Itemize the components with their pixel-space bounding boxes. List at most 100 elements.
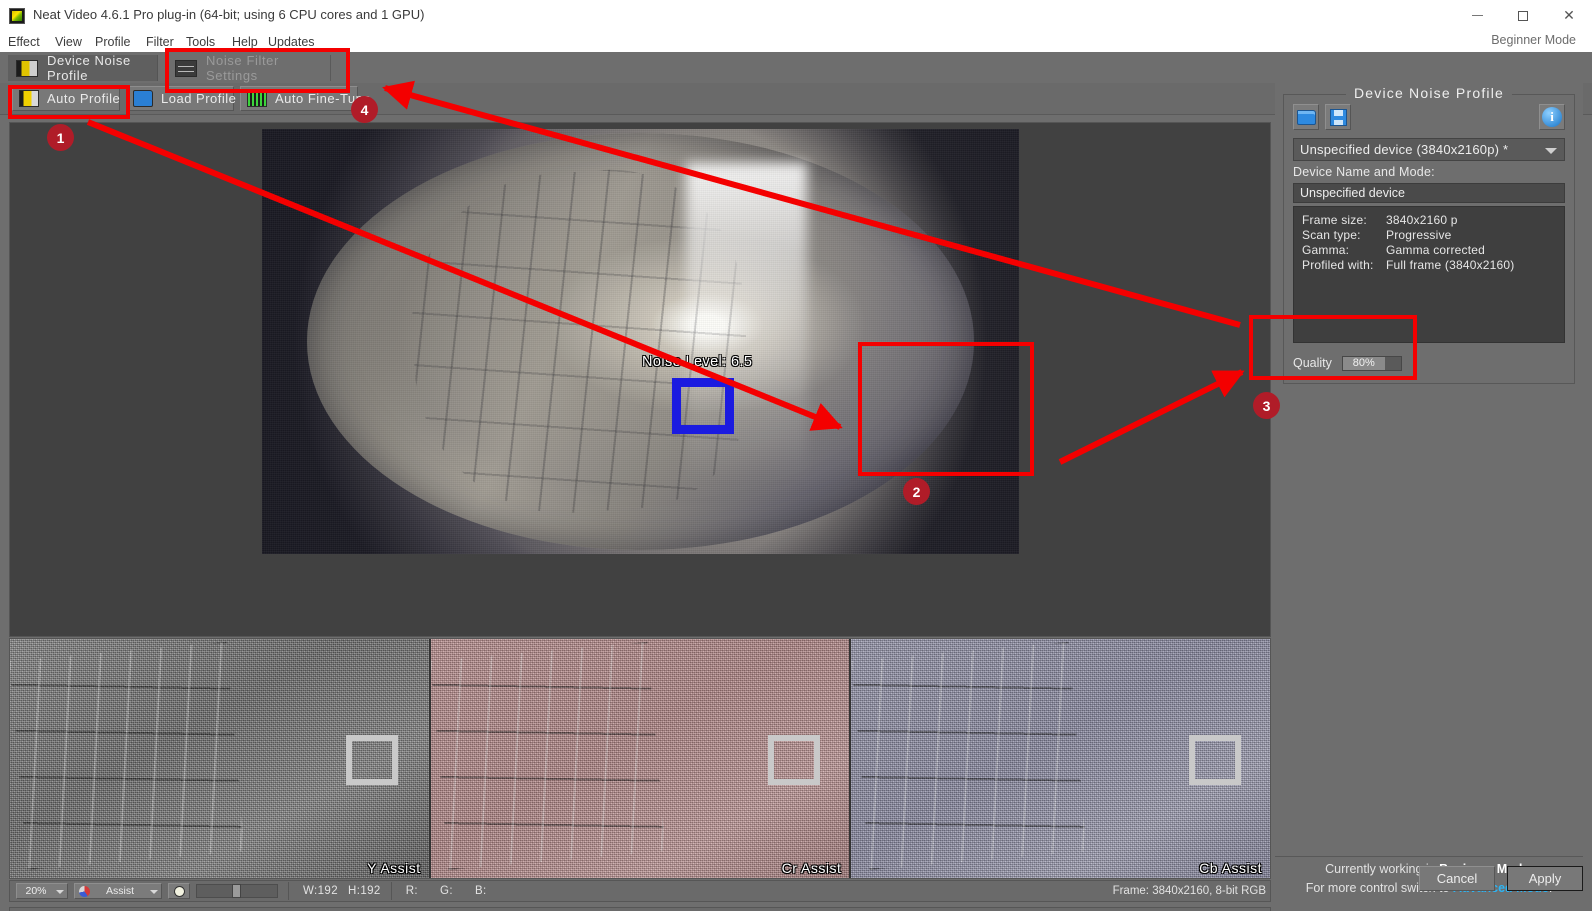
neatvideo-icon xyxy=(9,8,25,24)
frame-info: Frame: 3840x2160, 8-bit RGB xyxy=(1112,885,1266,897)
noise-sample-selection[interactable] xyxy=(672,378,734,434)
auto-fine-tune-button[interactable]: Auto Fine-Tune xyxy=(240,86,371,111)
device-profile-dropdown[interactable]: Unspecified device (3840x2160p) * xyxy=(1293,138,1565,161)
assist-mode-value: Assist xyxy=(105,885,134,897)
assist-cr-selection xyxy=(767,735,820,785)
property-key: Frame size: xyxy=(1302,213,1367,227)
load-profile-label: Load Profile xyxy=(161,91,237,106)
footer-divider xyxy=(1275,856,1583,857)
preview-noise-grain xyxy=(262,129,1019,554)
assist-y-selection xyxy=(346,735,398,785)
frame-filmstrip[interactable] xyxy=(9,907,1271,911)
menu-item-updates[interactable]: Updates xyxy=(268,35,315,49)
property-key: Profiled with: xyxy=(1302,258,1374,272)
selection-height: H:192 xyxy=(348,885,381,897)
auto-profile-label: Auto Profile xyxy=(47,91,121,106)
folder-open-icon xyxy=(1296,109,1316,125)
menu-item-profile[interactable]: Profile xyxy=(95,35,130,49)
property-value: Full frame (3840x2160) xyxy=(1386,258,1515,272)
device-name-field[interactable]: Unspecified device xyxy=(1293,183,1565,203)
neat-video-window: Neat Video 4.6.1 Pro plug-in (64-bit; us… xyxy=(0,0,1592,911)
brightness-slider-knob[interactable] xyxy=(232,884,242,898)
device-name-label: Device Name and Mode: xyxy=(1293,165,1435,179)
histogram-icon xyxy=(247,90,267,107)
assist-view-cr[interactable]: Cr Assist xyxy=(430,639,850,878)
load-profile-button[interactable]: Load Profile xyxy=(126,86,237,111)
profile-properties: Frame size: 3840x2160 p Scan type: Progr… xyxy=(1293,206,1565,343)
app-body: Device Noise Profile Noise Filter Settin… xyxy=(0,52,1592,911)
maximize-icon[interactable] xyxy=(1500,0,1546,31)
chevron-down-icon xyxy=(1545,148,1557,154)
color-wheel-icon xyxy=(79,886,90,897)
auto-profile-button[interactable]: Auto Profile xyxy=(12,86,120,111)
menu-item-effect[interactable]: Effect xyxy=(8,35,40,49)
quality-meter: 80% xyxy=(1341,355,1402,371)
brightness-icon[interactable] xyxy=(168,883,190,899)
menu-bar: Effect View Profile Filter Tools Help Up… xyxy=(0,31,1592,52)
apply-button[interactable]: Apply xyxy=(1507,866,1583,891)
menu-item-view[interactable]: View xyxy=(55,35,82,49)
tab-noise-filter-settings-label: Noise Filter Settings xyxy=(206,53,279,83)
assist-mode-dropdown[interactable]: Assist xyxy=(74,883,162,899)
menu-item-filter[interactable]: Filter xyxy=(146,35,174,49)
device-noise-profile-title: Device Noise Profile xyxy=(1345,85,1513,101)
assist-cb-selection xyxy=(1189,735,1242,785)
save-profile-button[interactable] xyxy=(1325,104,1351,130)
property-value: Progressive xyxy=(1386,228,1452,242)
sliders-icon xyxy=(175,59,197,77)
assist-view-y-label: Y Assist xyxy=(367,860,421,876)
status-divider-2 xyxy=(390,882,392,900)
assist-view-cr-label: Cr Assist xyxy=(781,860,842,876)
profile-info-button[interactable]: i xyxy=(1539,104,1565,130)
auto-fine-tune-label: Auto Fine-Tune xyxy=(275,91,372,106)
save-icon xyxy=(1329,108,1347,126)
film-profile-icon xyxy=(16,59,38,77)
assist-views: Y Assist Cr Assist Cb Assist xyxy=(9,638,1271,879)
property-key: Scan type: xyxy=(1302,228,1361,242)
device-name-value: Unspecified device xyxy=(1300,186,1405,200)
pixel-b-value: B: xyxy=(474,885,487,897)
preview-image[interactable] xyxy=(262,129,1019,554)
cancel-button[interactable]: Cancel xyxy=(1419,866,1495,891)
property-value: Gamma corrected xyxy=(1386,243,1486,257)
assist-view-cb-label: Cb Assist xyxy=(1199,860,1263,876)
noise-level-label: Noise Level: 6.5 xyxy=(642,354,753,370)
info-icon: i xyxy=(1542,107,1562,127)
close-icon[interactable]: ✕ xyxy=(1546,0,1592,31)
preview-canvas[interactable]: Noise Level: 6.5 xyxy=(9,122,1271,637)
property-key: Gamma: xyxy=(1302,243,1350,257)
tab-noise-filter-settings[interactable]: Noise Filter Settings xyxy=(167,53,331,83)
tab-device-noise-profile[interactable]: Device Noise Profile xyxy=(8,53,158,83)
brightness-slider[interactable] xyxy=(196,884,278,898)
pixel-g-value: G: xyxy=(440,885,453,897)
tab-device-noise-profile-label: Device Noise Profile xyxy=(47,53,131,83)
right-panel: Device Noise Profile i Unspecified devic… xyxy=(1275,80,1583,895)
folder-icon xyxy=(133,90,153,107)
table-row: Frame size: 3840x2160 p xyxy=(1302,213,1556,228)
device-profile-value: Unspecified device (3840x2160p) * xyxy=(1300,142,1509,157)
pixel-r-value: R: xyxy=(405,885,419,897)
assist-view-cb[interactable]: Cb Assist xyxy=(851,639,1270,878)
tab-bar: Device Noise Profile Noise Filter Settin… xyxy=(0,52,1592,83)
dialog-buttons: Cancel Apply xyxy=(1419,866,1583,891)
property-value: 3840x2160 p xyxy=(1386,213,1458,227)
menu-item-help[interactable]: Help xyxy=(232,35,258,49)
table-row: Profiled with: Full frame (3840x2160) xyxy=(1302,258,1556,273)
status-divider-1 xyxy=(288,882,289,900)
table-row: Scan type: Progressive xyxy=(1302,228,1556,243)
mode-indicator: Beginner Mode xyxy=(1491,33,1576,47)
quality-row: Quality 80% xyxy=(1293,353,1565,373)
window-title: Neat Video 4.6.1 Pro plug-in (64-bit; us… xyxy=(33,7,425,22)
status-bar: 20% Assist W:192 H:192 R: G: B: Frame: 3… xyxy=(9,880,1271,902)
table-row: Gamma: Gamma corrected xyxy=(1302,243,1556,258)
minimize-icon[interactable] xyxy=(1454,0,1500,31)
zoom-level-dropdown[interactable]: 20% xyxy=(16,883,68,899)
selection-width: W:192 xyxy=(303,885,339,897)
device-noise-profile-group: Device Noise Profile i Unspecified devic… xyxy=(1283,85,1575,384)
auto-profile-icon xyxy=(19,90,39,107)
menu-item-tools[interactable]: Tools xyxy=(186,35,215,49)
quality-value: 80% xyxy=(1342,356,1385,370)
open-profile-button[interactable] xyxy=(1293,104,1319,130)
assist-view-y[interactable]: Y Assist xyxy=(10,639,429,878)
quality-label: Quality xyxy=(1293,356,1332,370)
